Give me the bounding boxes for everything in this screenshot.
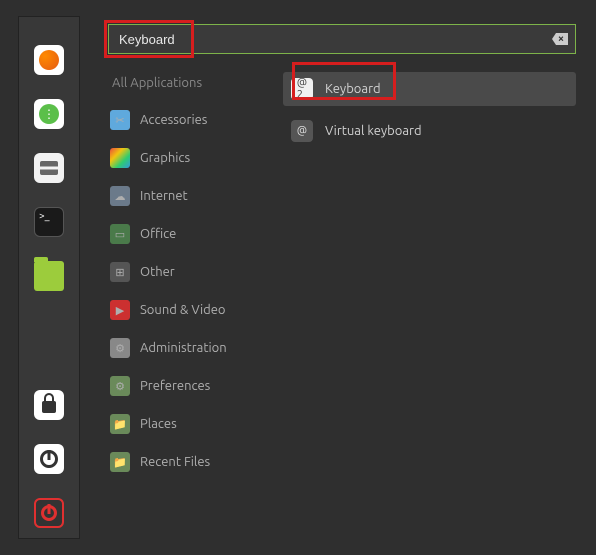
launcher-files[interactable] [34, 261, 64, 291]
scissors-icon: ✂ [110, 110, 130, 130]
search-container [108, 24, 576, 54]
at-icon: @ [291, 120, 313, 142]
search-input[interactable] [108, 24, 576, 54]
category-office[interactable]: ▭ Office [108, 216, 263, 252]
launcher-panel: ⋮⋮⋮ [18, 16, 80, 539]
category-label: Preferences [140, 379, 210, 393]
result-label: Keyboard [325, 82, 381, 96]
keyboard-icon: @2 [291, 78, 313, 100]
category-internet[interactable]: ☁ Internet [108, 178, 263, 214]
folder-icon: 📁 [110, 414, 130, 434]
category-label: Graphics [140, 151, 190, 165]
categories-header[interactable]: All Applications [108, 68, 263, 100]
category-label: Internet [140, 189, 188, 203]
launcher-apps-grid[interactable]: ⋮⋮⋮ [34, 99, 64, 129]
category-places[interactable]: 📁 Places [108, 406, 263, 442]
document-icon: ▭ [110, 224, 130, 244]
category-label: Other [140, 265, 175, 279]
grid-icon: ⊞ [110, 262, 130, 282]
category-recent-files[interactable]: 📁 Recent Files [108, 444, 263, 480]
category-accessories[interactable]: ✂ Accessories [108, 102, 263, 138]
result-label: Virtual keyboard [325, 124, 422, 138]
palette-icon [110, 148, 130, 168]
launcher-session[interactable] [34, 444, 64, 474]
play-icon: ▶ [110, 300, 130, 320]
launcher-terminal[interactable] [34, 207, 64, 237]
admin-icon: ⚙ [110, 338, 130, 358]
launcher-lock[interactable] [34, 390, 64, 420]
result-keyboard[interactable]: @2 Keyboard [283, 72, 576, 106]
category-administration[interactable]: ⚙ Administration [108, 330, 263, 366]
category-label: Sound & Video [140, 303, 226, 317]
category-preferences[interactable]: ⚙ Preferences [108, 368, 263, 404]
category-sound-video[interactable]: ▶ Sound & Video [108, 292, 263, 328]
category-label: Administration [140, 341, 227, 355]
category-other[interactable]: ⊞ Other [108, 254, 263, 290]
launcher-firefox[interactable] [34, 45, 64, 75]
category-label: Office [140, 227, 176, 241]
launcher-power[interactable] [34, 498, 64, 528]
results-list: @2 Keyboard @ Virtual keyboard [283, 68, 576, 480]
category-graphics[interactable]: Graphics [108, 140, 263, 176]
category-label: Accessories [140, 113, 207, 127]
launcher-settings[interactable] [34, 153, 64, 183]
category-label: Places [140, 417, 177, 431]
result-virtual-keyboard[interactable]: @ Virtual keyboard [283, 114, 576, 148]
prefs-icon: ⚙ [110, 376, 130, 396]
cloud-icon: ☁ [110, 186, 130, 206]
category-list: All Applications ✂ Accessories Graphics … [108, 68, 263, 480]
app-menu: All Applications ✂ Accessories Graphics … [80, 0, 596, 555]
recent-icon: 📁 [110, 452, 130, 472]
category-label: Recent Files [140, 455, 210, 469]
